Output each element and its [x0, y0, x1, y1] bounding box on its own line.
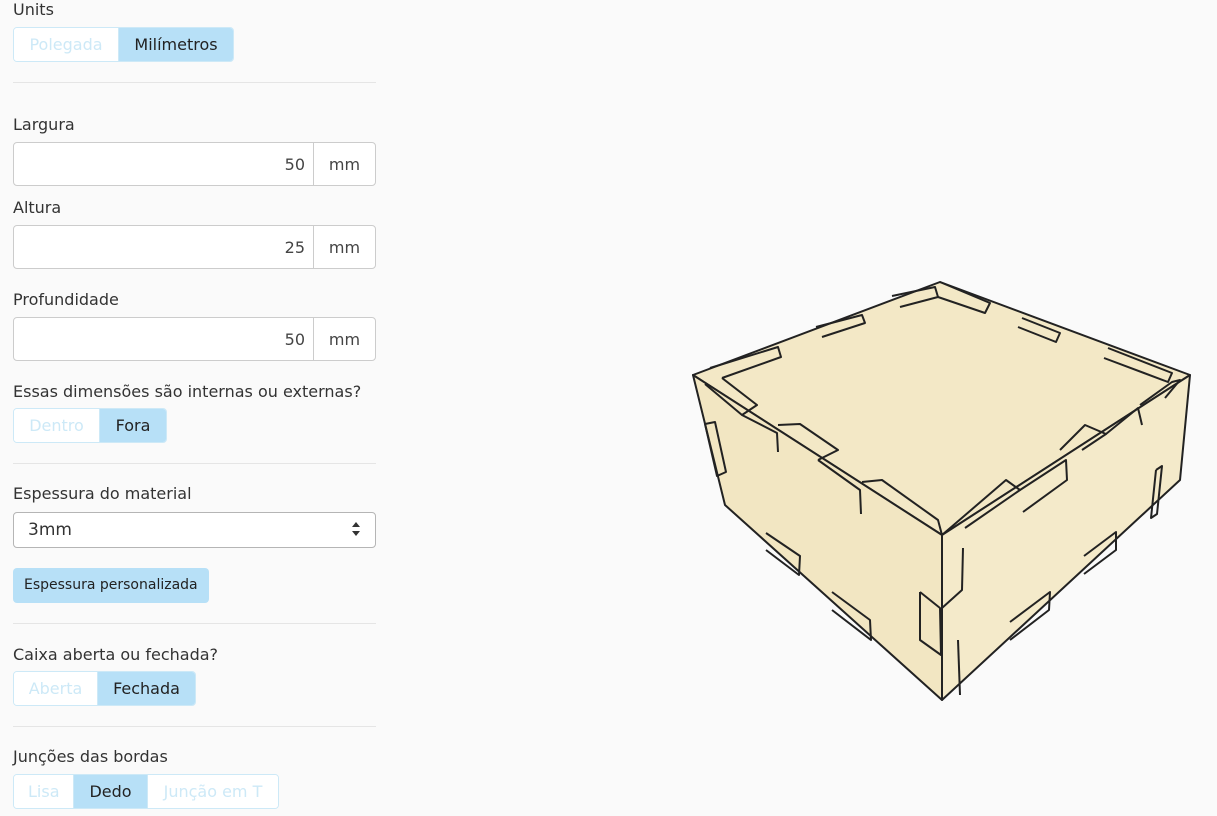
depth-field: mm — [13, 317, 376, 361]
box-type-toggle: Aberta Fechada — [13, 671, 196, 706]
units-toggle: Polegada Milímetros — [13, 27, 234, 62]
width-label: Largura — [13, 115, 75, 134]
divider-1 — [13, 82, 376, 83]
dimensions-mode-toggle: Dentro Fora — [13, 408, 167, 443]
box-type-option-aberta[interactable]: Aberta — [14, 672, 98, 705]
dimensions-option-fora[interactable]: Fora — [100, 409, 166, 442]
box-type-option-fechada[interactable]: Fechada — [98, 672, 195, 705]
height-input[interactable] — [14, 226, 313, 268]
units-option-polegada[interactable]: Polegada — [14, 28, 119, 61]
units-option-milimetros[interactable]: Milímetros — [119, 28, 233, 61]
width-field: mm — [13, 142, 376, 186]
divider-4 — [13, 726, 376, 727]
material-thickness-select[interactable]: 3mm — [13, 512, 376, 548]
depth-unit: mm — [313, 318, 375, 360]
divider-2 — [13, 463, 376, 464]
joints-option-dedo[interactable]: Dedo — [74, 775, 148, 808]
dimensions-option-dentro[interactable]: Dentro — [14, 409, 100, 442]
box-3d-preview[interactable] — [640, 250, 1210, 720]
joints-option-lisa[interactable]: Lisa — [14, 775, 74, 808]
depth-label: Profundidade — [13, 290, 119, 309]
units-label: Units — [13, 0, 54, 19]
depth-input[interactable] — [14, 318, 313, 360]
dimensions-mode-label: Essas dimensões são internas ou externas… — [13, 382, 362, 401]
width-input[interactable] — [14, 143, 313, 185]
width-unit: mm — [313, 143, 375, 185]
material-label: Espessura do material — [13, 484, 192, 503]
height-label: Altura — [13, 198, 62, 217]
select-arrows-icon — [352, 522, 360, 536]
joints-option-juncao-t[interactable]: Junção em T — [148, 775, 278, 808]
box-designer-page: Units Polegada Milímetros Largura mm Alt… — [0, 0, 1217, 816]
joints-label: Junções das bordas — [13, 747, 168, 766]
custom-thickness-button[interactable]: Espessura personalizada — [13, 568, 209, 603]
height-field: mm — [13, 225, 376, 269]
divider-3 — [13, 623, 376, 624]
joints-toggle: Lisa Dedo Junção em T — [13, 774, 279, 809]
box-type-label: Caixa aberta ou fechada? — [13, 645, 219, 664]
height-unit: mm — [313, 226, 375, 268]
material-thickness-value: 3mm — [28, 520, 72, 540]
